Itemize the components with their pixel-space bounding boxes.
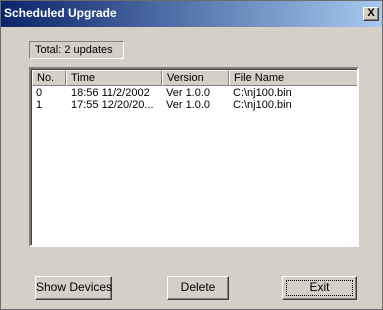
delete-label: Delete [180, 280, 216, 294]
window-title: Scheduled Upgrade [4, 6, 117, 20]
show-devices-button[interactable]: Show Devices [35, 276, 112, 300]
column-header-no[interactable]: No. [32, 70, 66, 86]
cell-no: 0 [36, 87, 43, 99]
column-header-file-name[interactable]: File Name [229, 70, 357, 86]
list-header: No. Time Version File Name [32, 70, 357, 86]
close-button[interactable]: X [363, 7, 379, 21]
scheduled-upgrade-dialog: Scheduled Upgrade X Total: 2 updates No.… [0, 0, 383, 310]
show-devices-label: Show Devices [36, 280, 113, 294]
cell-time: 18:56 11/2/2002 [71, 87, 150, 99]
cell-no: 1 [36, 99, 43, 111]
cell-file-name: C:\nj100.bin [233, 87, 292, 99]
title-bar[interactable]: Scheduled Upgrade X [1, 1, 382, 27]
updates-list[interactable]: No. Time Version File Name 0 18:56 11/2/… [29, 67, 359, 247]
column-header-version[interactable]: Version [162, 70, 229, 86]
close-icon: X [367, 7, 375, 19]
list-rows: 0 18:56 11/2/2002 Ver 1.0.0 C:\nj100.bin… [32, 87, 357, 111]
cell-time: 17:55 12/20/20... [71, 99, 154, 111]
cell-version: Ver 1.0.0 [166, 87, 211, 99]
cell-file-name: C:\nj100.bin [233, 99, 292, 111]
total-updates-label: Total: 2 updates [29, 41, 124, 59]
focus-rectangle [286, 280, 353, 296]
exit-button[interactable]: Exit [282, 276, 357, 300]
table-row[interactable]: 0 18:56 11/2/2002 Ver 1.0.0 C:\nj100.bin [32, 87, 357, 99]
delete-button[interactable]: Delete [167, 276, 229, 300]
column-header-time[interactable]: Time [66, 70, 162, 86]
table-row[interactable]: 1 17:55 12/20/20... Ver 1.0.0 C:\nj100.b… [32, 99, 357, 111]
cell-version: Ver 1.0.0 [166, 99, 211, 111]
